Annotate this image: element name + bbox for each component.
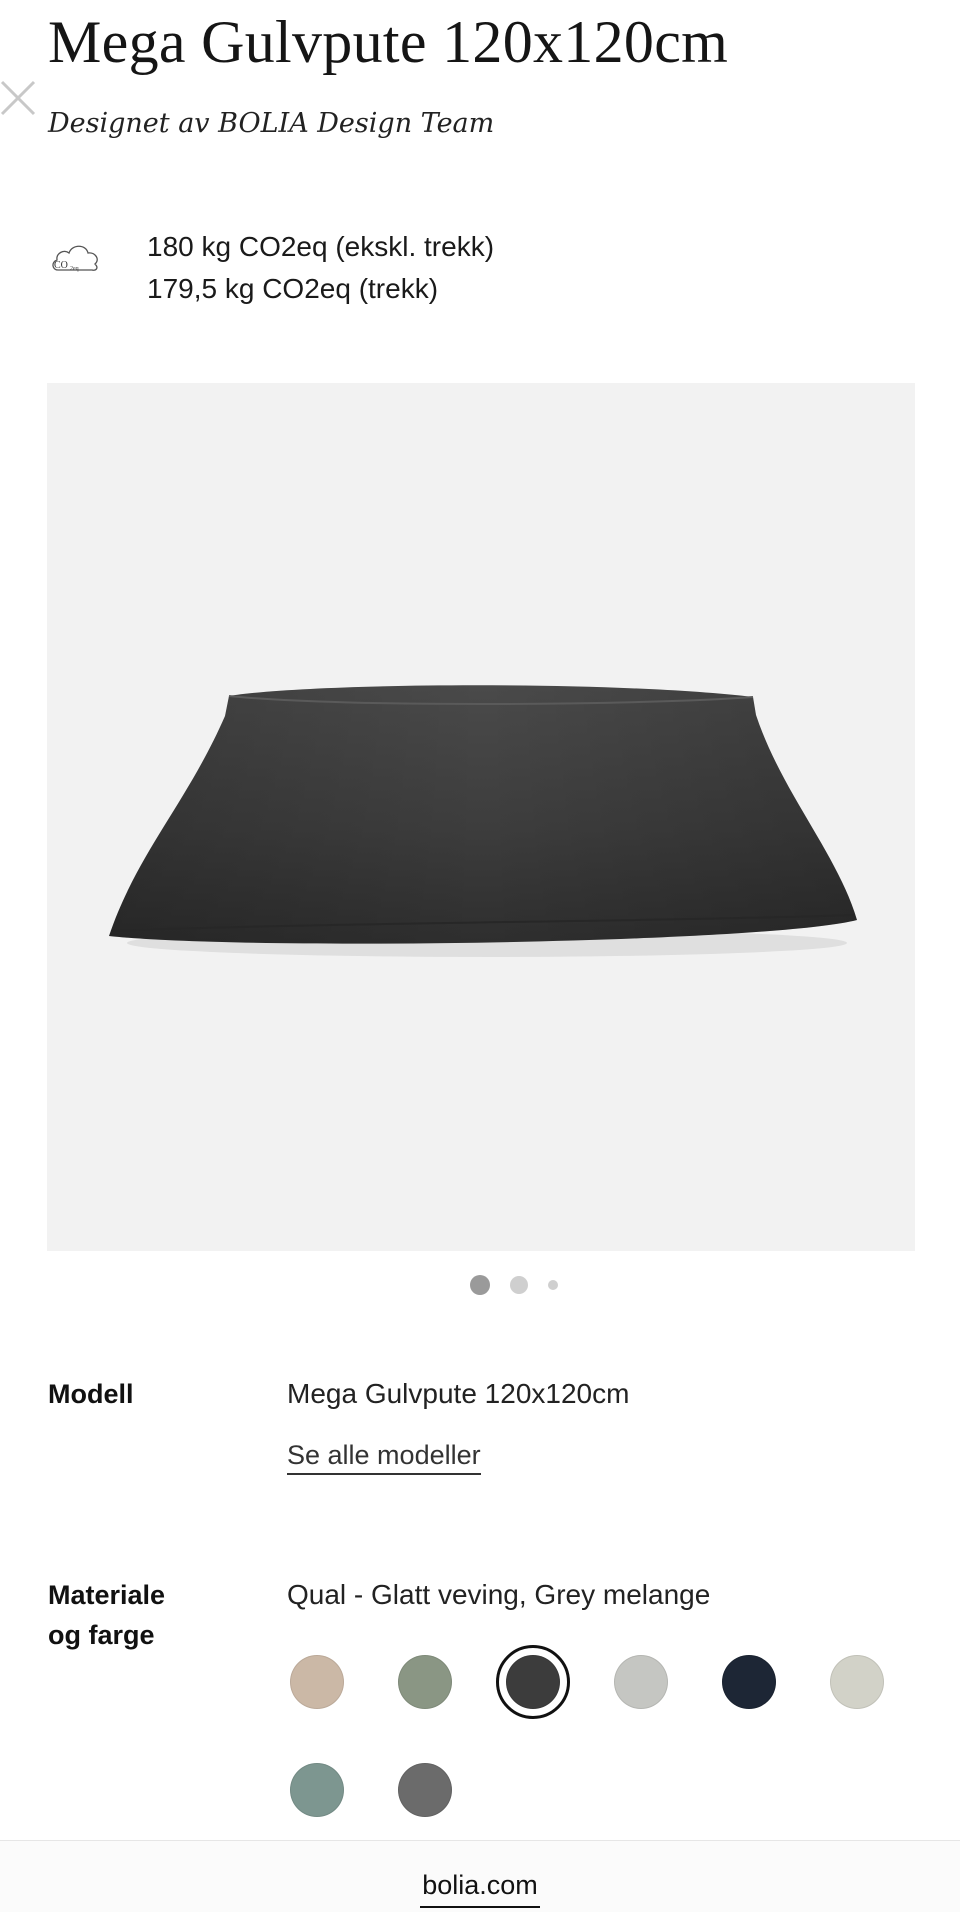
swatch-beige[interactable] <box>290 1655 344 1709</box>
site-url[interactable]: bolia.com <box>0 1870 960 1901</box>
co2-icon-text: CO <box>54 260 68 271</box>
co2-info: 180 kg CO2eq (ekskl. trekk) 179,5 kg CO2… <box>147 226 494 310</box>
material-label: Materiale og farge <box>48 1575 165 1655</box>
product-designer: Designet av BOLIA Design Team <box>48 108 495 139</box>
swatch-teal[interactable] <box>290 1763 344 1817</box>
pager-dot-2[interactable] <box>510 1276 528 1294</box>
material-label-line2: og farge <box>48 1620 155 1650</box>
close-icon[interactable] <box>0 76 40 120</box>
swatch-off-white[interactable] <box>830 1655 884 1709</box>
gallery-pager <box>470 1275 578 1295</box>
co2-icon-sub: 2eq <box>70 266 79 272</box>
model-value: Mega Gulvpute 120x120cm <box>287 1378 630 1409</box>
swatch-mid-grey[interactable] <box>398 1763 452 1817</box>
floor-cushion-image <box>109 685 857 957</box>
url-underline <box>420 1906 540 1908</box>
see-all-models-link[interactable]: Se alle modeller <box>287 1440 481 1475</box>
product-image[interactable] <box>47 383 915 1251</box>
pager-dot-3[interactable] <box>548 1280 558 1290</box>
material-label-line1: Materiale <box>48 1580 166 1610</box>
material-value: Qual - Glatt veving, Grey melange <box>287 1579 711 1610</box>
pager-dot-1[interactable] <box>470 1275 490 1295</box>
swatch-sage[interactable] <box>398 1655 452 1709</box>
co2-line-excl: 180 kg CO2eq (ekskl. trekk) <box>147 231 495 262</box>
product-title: Mega Gulvpute 120x120cm <box>48 9 729 75</box>
swatch-grey-melange[interactable] <box>496 1645 570 1719</box>
swatch-navy[interactable] <box>722 1655 776 1709</box>
co2-line-cover: 179,5 kg CO2eq (trekk) <box>147 273 439 304</box>
co2-cloud-icon: CO 2eq <box>52 245 98 272</box>
model-label: Modell <box>48 1379 134 1409</box>
swatch-light-grey[interactable] <box>614 1655 668 1709</box>
